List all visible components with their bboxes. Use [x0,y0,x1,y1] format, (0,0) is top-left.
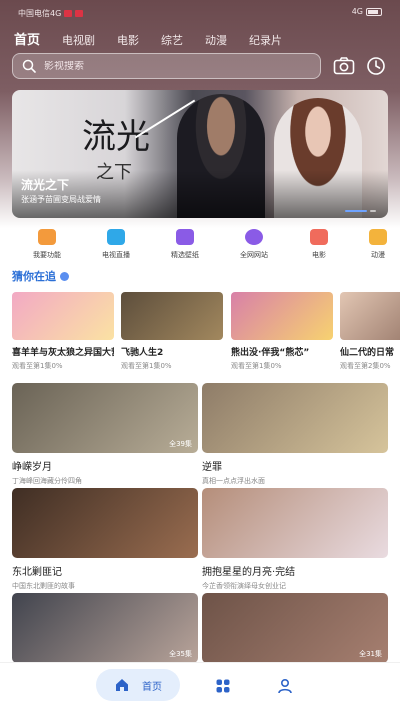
history-title: 喜羊羊与灰太狼之异国大营救 [12,348,114,358]
episode-count: 全35集 [169,650,192,658]
globe-icon [245,229,263,245]
search-bar[interactable] [12,53,321,79]
search-icon [22,59,36,73]
show-thumbnail [12,488,198,558]
history-title: 飞驰人生2 [121,348,164,358]
show-card[interactable]: 拥抱星星的月亮·完结 今芷香领衔演绎母女创业记 [202,488,388,591]
carousel-dot [345,210,367,212]
feature-icon [38,229,56,245]
history-progress: 观看至第1集0% [12,362,63,370]
show-thumbnail: 全31集 [202,593,388,663]
show-title: 拥抱星星的月亮·完结 [202,567,296,578]
show-description: 今芷香领衔演绎母女创业记 [202,582,286,590]
tab-tv[interactable]: 电视剧 [62,32,95,48]
banner-title: 流光之下 [21,178,70,192]
history-progress: 观看至第2集0% [340,362,391,370]
wallpaper-icon [176,229,194,245]
tv-icon [107,229,125,245]
crown-icon [369,229,387,245]
bubble-icon [60,271,69,281]
show-card[interactable]: 东北剿匪记 中国东北剿匪的故事 [12,488,198,591]
quick-link-wallpaper[interactable]: 精选壁纸 [157,229,213,260]
episode-count: 全31集 [359,650,382,658]
quick-link-label: 电视直播 [102,251,130,259]
banner-poster-text: 流光 [82,117,150,157]
tab-movie[interactable]: 电影 [117,32,139,48]
tab-anime[interactable]: 动漫 [205,32,227,48]
show-card[interactable]: 全39集 峥嵘岁月 丁海峰回海藏分伶四角 [12,383,198,486]
quick-link-anime[interactable]: 动漫 [350,229,400,260]
show-thumbnail [202,488,388,558]
show-description: 中国东北剿匪的故事 [12,582,75,590]
movie-icon [310,229,328,245]
banner-subtitle: 张涵予苗圃变局战爱情 [21,195,101,204]
search-input[interactable] [44,60,294,72]
show-card[interactable]: 逆罪 真相一点点浮出水面 [202,383,388,486]
show-thumbnail: 全35集 [12,593,198,663]
bottom-navigation: 首页 [0,662,400,711]
status-bar: 中国电信4G 4G [0,0,400,26]
show-title: 东北剿匪记 [12,567,62,578]
show-description: 真相一点点浮出水面 [202,477,265,485]
tab-variety[interactable]: 综艺 [161,32,183,48]
quick-link-label: 我要功能 [33,251,61,259]
quick-link-movie[interactable]: 电影 [291,229,347,260]
quick-links: 我要功能 电视直播 精选壁纸 全网网站 电影 动漫 [0,229,400,263]
camera-icon[interactable] [333,56,355,76]
profile-icon[interactable] [277,678,293,694]
history-thumbnail [121,292,223,340]
history-thumbnail [12,292,114,340]
show-description: 丁海峰回海藏分伶四角 [12,477,82,485]
battery-icon [366,7,382,16]
quick-link-label: 精选壁纸 [171,251,199,259]
history-card[interactable]: 熊出没·伴我“熊芯” 观看至第1集0% [231,292,333,371]
nav-home-label: 首页 [142,681,162,693]
section-title: 猜你在追 [12,268,69,284]
notification-icon [64,10,73,17]
show-thumbnail [202,383,388,453]
grid-icon[interactable] [215,678,231,694]
history-card[interactable]: 仙二代的日常 观看至第2集0% [340,292,400,371]
featured-banner[interactable]: 流光 之下 流光之下 张涵予苗圃变局战爱情 [12,90,388,218]
show-title: 逆罪 [202,462,222,473]
history-progress: 观看至第1集0% [231,362,282,370]
nav-home[interactable]: 首页 [96,669,180,701]
quick-link-label: 动漫 [371,251,385,259]
history-card[interactable]: 喜羊羊与灰太狼之异国大营救 观看至第1集0% [12,292,114,371]
carrier-text: 中国电信4G [18,9,62,18]
notification-icon [75,10,84,17]
history-thumbnail [340,292,400,340]
section-title-text: 猜你在追 [12,270,56,283]
quick-link-live-tv[interactable]: 电视直播 [88,229,144,260]
history-icon[interactable] [365,56,387,76]
show-title: 峥嵘岁月 [12,462,52,473]
carousel-dot [370,210,376,212]
quick-link-websites[interactable]: 全网网站 [226,229,282,260]
watch-history-list: 喜羊羊与灰太狼之异国大营救 观看至第1集0% 飞驰人生2 观看至第1集0% 熊出… [12,292,400,372]
show-card[interactable]: 全31集 [202,593,388,663]
home-icon [116,679,128,691]
tab-home[interactable]: 首页 [14,29,40,48]
quick-link-features[interactable]: 我要功能 [19,229,75,260]
carousel-indicator [345,210,376,212]
category-tabs: 首页 电视剧 电影 综艺 动漫 纪录片 [14,30,304,48]
show-thumbnail: 全39集 [12,383,198,453]
episode-count: 全39集 [169,440,192,448]
history-thumbnail [231,292,333,340]
history-title: 熊出没·伴我“熊芯” [231,348,310,358]
history-card[interactable]: 飞驰人生2 观看至第1集0% [121,292,223,371]
quick-link-label: 电影 [312,251,326,259]
signal-text: 4G [351,7,363,16]
history-title: 仙二代的日常 [340,348,395,358]
show-card[interactable]: 全35集 [12,593,198,663]
quick-link-label: 全网网站 [240,251,268,259]
history-progress: 观看至第1集0% [121,362,172,370]
tab-documentary[interactable]: 纪录片 [249,32,282,48]
